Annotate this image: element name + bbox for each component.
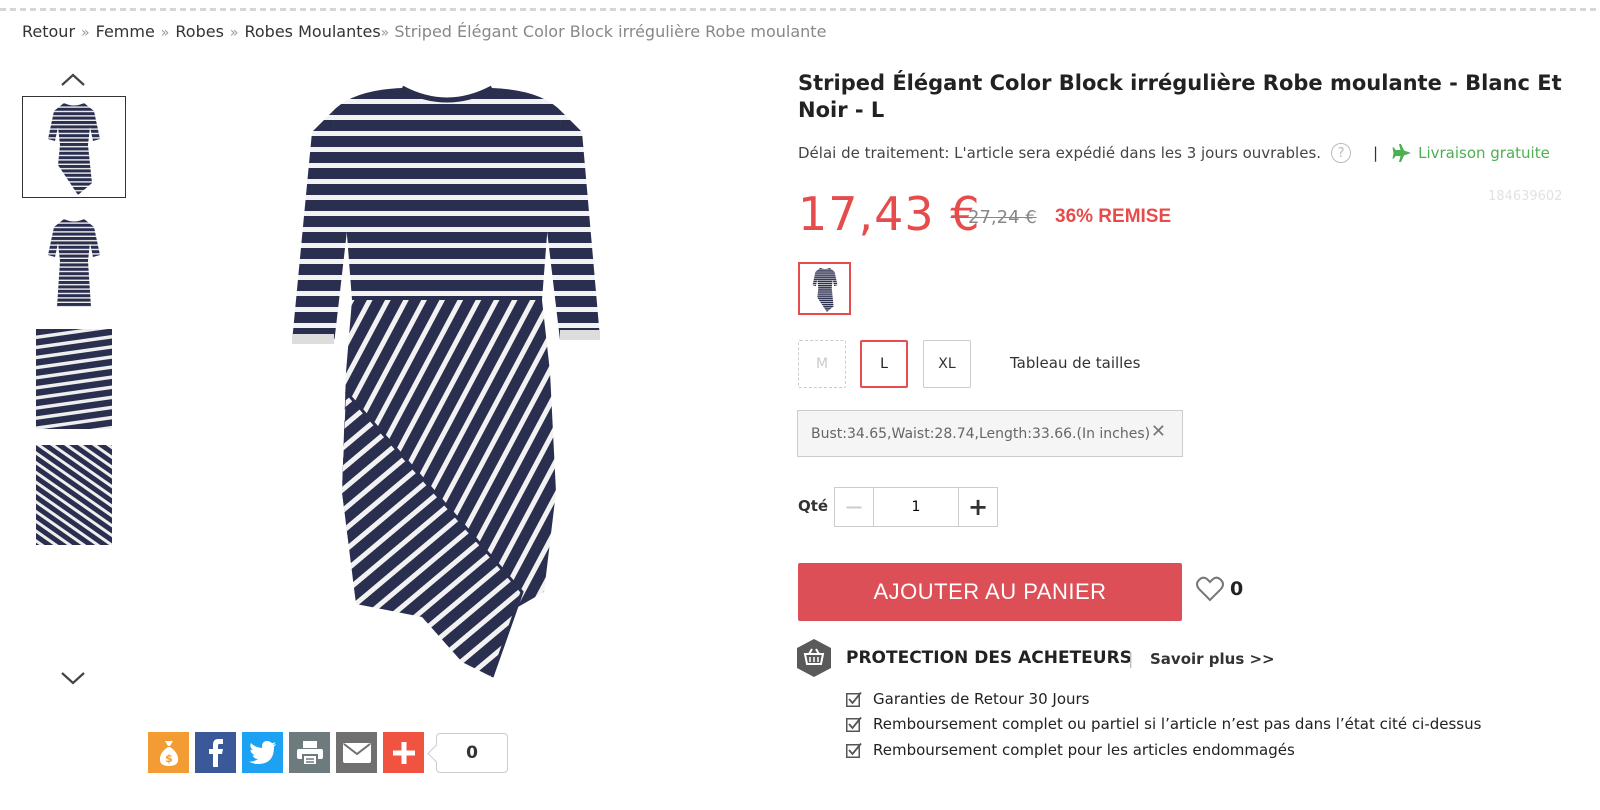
thumbnail-1[interactable] <box>22 96 126 198</box>
quantity-stepper: − + <box>834 487 998 527</box>
processing-delay: Délai de traitement: L'article sera expé… <box>798 143 1550 163</box>
checkbox-checked-icon <box>846 691 862 707</box>
free-shipping: Livraison gratuite <box>1392 143 1550 163</box>
guarantee-item-text: Remboursement complet ou partiel si l’ar… <box>873 715 1482 734</box>
top-dashed-border <box>0 8 1600 11</box>
money-bag-share-icon[interactable]: $ <box>148 732 189 773</box>
guarantee-list: Garanties de Retour 30 Jours Rembourseme… <box>846 686 1481 763</box>
breadcrumb-separator: » <box>229 25 239 41</box>
add-to-cart-button[interactable]: AJOUTER AU PANIER <box>798 563 1182 621</box>
original-price: 27,24 € <box>968 207 1037 228</box>
breadcrumb: Retour» Femme» Robes» Robes Moulantes» Stri… <box>22 22 826 41</box>
discount-badge: 36% REMISE <box>1055 206 1172 227</box>
buyer-protection-shield-icon <box>797 639 831 681</box>
guarantee-item: Remboursement complet ou partiel si l’ar… <box>846 712 1481 738</box>
size-option-m[interactable]: M <box>798 340 846 388</box>
share-count: 0 <box>436 732 508 773</box>
breadcrumb-separator: » <box>81 25 90 41</box>
thumbnail-down-arrow-icon[interactable] <box>58 668 88 688</box>
guarantee-item: Remboursement complet pour les articles … <box>846 737 1481 763</box>
quantity-decrease-button[interactable]: − <box>835 488 874 526</box>
quantity-input[interactable] <box>874 488 958 526</box>
share-bar: $ 0 <box>148 732 508 773</box>
learn-more-link[interactable]: Savoir plus >> <box>1150 650 1275 668</box>
breadcrumb-item-robes-moulantes[interactable]: Robes Moulantes <box>244 22 380 41</box>
twitter-share-icon[interactable] <box>242 732 283 773</box>
wishlist-count: 0 <box>1230 578 1244 600</box>
product-sku: 184639602 <box>1488 189 1563 204</box>
guarantee-item: Garanties de Retour 30 Jours <box>846 686 1481 712</box>
airplane-icon <box>1392 144 1412 162</box>
more-share-icon[interactable] <box>383 732 424 773</box>
delay-divider: | <box>1373 144 1379 162</box>
help-icon[interactable]: ? <box>1331 143 1352 163</box>
breadcrumb-separator: » <box>160 25 170 41</box>
checkbox-checked-icon <box>846 717 862 733</box>
main-product-image[interactable] <box>222 72 682 682</box>
size-measurements-text: Bust:34.65,Waist:28.74,Length:33.66.(In … <box>811 425 1151 442</box>
breadcrumb-separator: » <box>380 25 390 41</box>
buyer-protection-separator: | <box>1128 649 1134 668</box>
print-share-icon[interactable] <box>289 732 330 773</box>
quantity-increase-button[interactable]: + <box>958 488 997 526</box>
close-icon[interactable]: ✕ <box>1151 421 1166 442</box>
thumbnail-up-arrow-icon[interactable] <box>58 70 88 90</box>
free-shipping-label: Livraison gratuite <box>1418 144 1550 162</box>
wishlist-button[interactable]: 0 <box>1196 576 1243 602</box>
breadcrumb-item-robes[interactable]: Robes <box>175 22 224 41</box>
size-option-xl[interactable]: XL <box>923 340 971 388</box>
email-share-icon[interactable] <box>336 732 377 773</box>
color-swatch-black-white[interactable] <box>798 262 851 315</box>
heart-icon <box>1196 576 1224 602</box>
product-title: Striped Élégant Color Block irrégulière … <box>798 71 1562 122</box>
size-chart-link[interactable]: Tableau de tailles <box>1010 354 1140 372</box>
facebook-share-icon[interactable] <box>195 732 236 773</box>
processing-delay-text: Délai de traitement: L'article sera expé… <box>798 144 1322 162</box>
guarantee-item-text: Garanties de Retour 30 Jours <box>873 689 1090 708</box>
thumbnail-4[interactable] <box>22 444 126 546</box>
breadcrumb-current: Striped Élégant Color Block irrégulière … <box>394 22 827 41</box>
current-price: 17,43 € <box>798 187 981 241</box>
thumbnail-2[interactable] <box>22 212 126 314</box>
checkbox-checked-icon <box>846 742 862 758</box>
size-measurements: Bust:34.65,Waist:28.74,Length:33.66.(In … <box>797 410 1183 457</box>
thumbnail-3[interactable] <box>22 328 126 430</box>
share-count-value: 0 <box>466 742 478 763</box>
breadcrumb-item-femme[interactable]: Femme <box>96 22 155 41</box>
size-option-l[interactable]: L <box>860 340 908 388</box>
svg-text:$: $ <box>165 752 173 765</box>
quantity-label: Qté <box>798 497 829 515</box>
buyer-protection-title: PROTECTION DES ACHETEURS <box>846 648 1132 668</box>
breadcrumb-item-retour[interactable]: Retour <box>22 22 75 41</box>
guarantee-item-text: Remboursement complet pour les articles … <box>873 740 1295 759</box>
